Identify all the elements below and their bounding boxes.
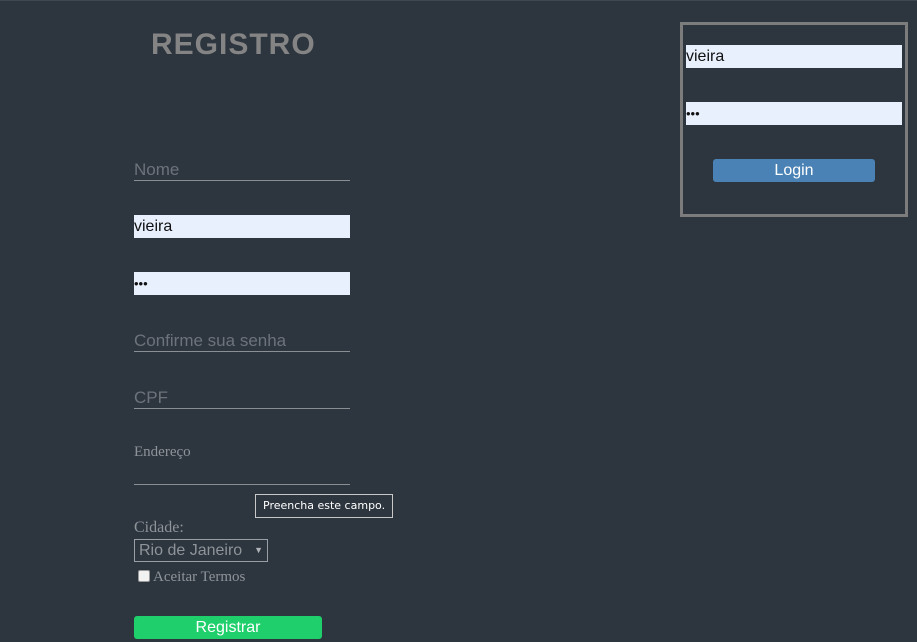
cidade-select[interactable]: Rio de Janeiro ▼ — [134, 539, 268, 562]
username-value: vieira — [134, 218, 173, 235]
password-input[interactable]: ••• — [134, 272, 350, 295]
login-username-input[interactable]: vieira — [686, 45, 902, 68]
login-username-value: vieira — [686, 48, 725, 65]
password-value: ••• — [134, 276, 148, 291]
terms-label[interactable]: Aceitar Termos — [153, 569, 245, 586]
confirm-password-placeholder: Confirme sua senha — [134, 331, 287, 350]
endereco-textarea[interactable]: Endereço — [134, 438, 350, 485]
nome-input[interactable]: Nome — [134, 159, 350, 181]
terms-row: Aceitar Termos — [138, 567, 245, 585]
cidade-label: Cidade: — [134, 519, 184, 536]
login-panel: vieira ••• Login — [680, 22, 908, 217]
endereco-placeholder: Endereço — [134, 444, 191, 460]
nome-placeholder: Nome — [134, 160, 180, 179]
terms-checkbox[interactable] — [138, 570, 150, 582]
chevron-down-icon: ▼ — [254, 545, 263, 555]
confirm-password-input[interactable]: Confirme sua senha — [134, 330, 350, 352]
registrar-button[interactable]: Registrar — [134, 616, 322, 639]
login-button[interactable]: Login — [713, 159, 875, 182]
cidade-selected-value: Rio de Janeiro — [139, 542, 243, 559]
cpf-input[interactable]: CPF — [134, 387, 350, 409]
validation-tooltip: Preencha este campo. — [255, 494, 394, 518]
page-title: REGISTRO — [151, 28, 316, 61]
login-password-value: ••• — [686, 106, 700, 121]
login-password-input[interactable]: ••• — [686, 102, 902, 125]
username-input[interactable]: vieira — [134, 215, 350, 238]
cpf-placeholder: CPF — [134, 388, 168, 407]
